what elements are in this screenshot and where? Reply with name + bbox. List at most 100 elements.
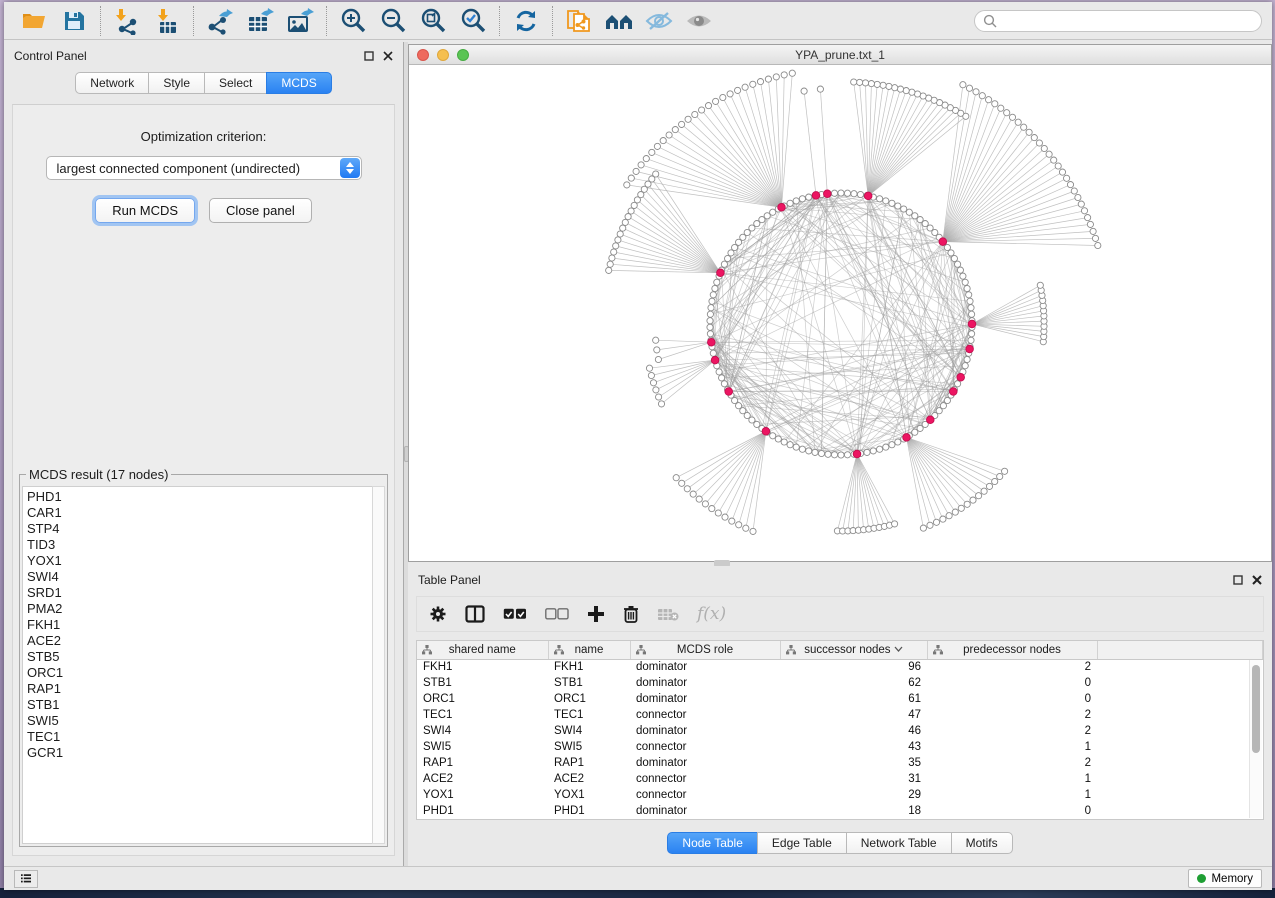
float-panel-icon[interactable]	[1233, 575, 1243, 585]
mcds-result-item[interactable]: PHD1	[27, 489, 372, 505]
network-node[interactable]	[750, 81, 756, 87]
network-node[interactable]	[895, 203, 901, 209]
network-node[interactable]	[653, 337, 659, 343]
network-node[interactable]	[710, 292, 716, 298]
mcds-network-node[interactable]	[762, 428, 770, 436]
network-node[interactable]	[818, 450, 824, 456]
task-history-icon[interactable]	[14, 870, 38, 888]
mcds-result-item[interactable]: PMA2	[27, 601, 372, 617]
close-panel-icon[interactable]	[1252, 575, 1262, 585]
network-node[interactable]	[643, 156, 649, 162]
open-file-icon[interactable]	[14, 5, 54, 37]
table-row[interactable]: STB1STB1dominator620	[417, 675, 1263, 691]
network-node[interactable]	[897, 86, 903, 92]
network-node[interactable]	[1037, 282, 1043, 288]
mcds-network-node[interactable]	[853, 450, 861, 458]
network-node[interactable]	[654, 143, 660, 149]
tab-select[interactable]: Select	[204, 72, 266, 94]
network-node[interactable]	[625, 214, 631, 220]
search-input[interactable]	[1002, 13, 1253, 29]
network-node[interactable]	[844, 190, 850, 196]
export-network-icon[interactable]	[200, 5, 240, 37]
close-panel-icon[interactable]	[383, 51, 393, 61]
mcds-network-node[interactable]	[903, 434, 911, 442]
network-node[interactable]	[720, 94, 726, 100]
zoom-in-icon[interactable]	[333, 5, 373, 37]
network-node[interactable]	[757, 79, 763, 85]
network-node[interactable]	[712, 285, 718, 291]
settings-gear-icon[interactable]	[429, 605, 447, 623]
network-node[interactable]	[633, 168, 639, 174]
mcds-result-scrollbar[interactable]	[372, 486, 385, 844]
column-header-successor-nodes[interactable]: successor nodes	[780, 641, 927, 659]
network-node[interactable]	[764, 213, 770, 219]
network-node[interactable]	[714, 279, 720, 285]
refresh-layout-icon[interactable]	[506, 5, 546, 37]
tab-edge-table[interactable]: Edge Table	[757, 832, 846, 854]
table-row[interactable]: SWI5SWI5connector431	[417, 739, 1263, 755]
import-table-icon[interactable]	[147, 5, 187, 37]
save-session-icon[interactable]	[54, 5, 94, 37]
network-node[interactable]	[857, 79, 863, 85]
network-node[interactable]	[793, 198, 799, 204]
network-node[interactable]	[609, 255, 615, 261]
close-window-icon[interactable]	[417, 49, 429, 61]
network-node[interactable]	[620, 225, 626, 231]
network-node[interactable]	[650, 380, 656, 386]
network-node[interactable]	[851, 79, 857, 85]
network-node[interactable]	[968, 305, 974, 311]
network-node[interactable]	[964, 285, 970, 291]
network-node[interactable]	[725, 255, 731, 261]
network-node[interactable]	[933, 519, 939, 525]
table-row[interactable]: PHD1PHD1dominator180	[417, 803, 1263, 819]
network-node[interactable]	[968, 337, 974, 343]
network-node[interactable]	[646, 365, 652, 371]
network-node[interactable]	[615, 237, 621, 243]
network-node[interactable]	[622, 219, 628, 225]
network-node[interactable]	[765, 76, 771, 82]
network-node[interactable]	[679, 121, 685, 127]
network-node[interactable]	[955, 381, 961, 387]
network-node[interactable]	[883, 198, 889, 204]
network-node[interactable]	[699, 107, 705, 113]
network-node[interactable]	[969, 311, 975, 317]
column-header-name[interactable]: name	[548, 641, 630, 659]
table-row[interactable]: SWI4SWI4dominator462	[417, 723, 1263, 739]
network-node[interactable]	[906, 209, 912, 215]
network-node[interactable]	[920, 525, 926, 531]
network-node[interactable]	[781, 439, 787, 445]
network-node[interactable]	[742, 84, 748, 90]
network-node[interactable]	[722, 514, 728, 520]
zoom-selected-icon[interactable]	[453, 5, 493, 37]
network-node[interactable]	[710, 350, 716, 356]
network-node[interactable]	[952, 509, 958, 515]
column-header-shared-name[interactable]: shared name	[417, 641, 548, 659]
network-node[interactable]	[998, 105, 1004, 111]
network-node[interactable]	[1026, 129, 1032, 135]
network-node[interactable]	[960, 273, 966, 279]
network-node[interactable]	[976, 493, 982, 499]
network-node[interactable]	[656, 394, 662, 400]
network-node[interactable]	[831, 190, 837, 196]
network-node[interactable]	[654, 347, 660, 353]
table-row[interactable]: ORC1ORC1dominator610	[417, 691, 1263, 707]
mcds-result-item[interactable]: TID3	[27, 537, 372, 553]
network-node[interactable]	[886, 83, 892, 89]
network-node[interactable]	[862, 80, 868, 86]
network-node[interactable]	[967, 298, 973, 304]
mcds-network-node[interactable]	[725, 388, 733, 396]
network-node[interactable]	[969, 331, 975, 337]
network-node[interactable]	[631, 202, 637, 208]
network-node[interactable]	[709, 298, 715, 304]
network-node[interactable]	[660, 138, 666, 144]
toggle-panel-icon[interactable]	[465, 605, 485, 623]
network-node[interactable]	[1051, 157, 1057, 163]
network-node[interactable]	[1067, 182, 1073, 188]
mcds-network-node[interactable]	[778, 204, 786, 212]
network-node[interactable]	[838, 190, 844, 196]
network-node[interactable]	[799, 196, 805, 202]
mcds-network-node[interactable]	[708, 338, 716, 346]
network-node[interactable]	[962, 363, 968, 369]
network-node[interactable]	[864, 449, 870, 455]
network-node[interactable]	[1021, 124, 1027, 130]
